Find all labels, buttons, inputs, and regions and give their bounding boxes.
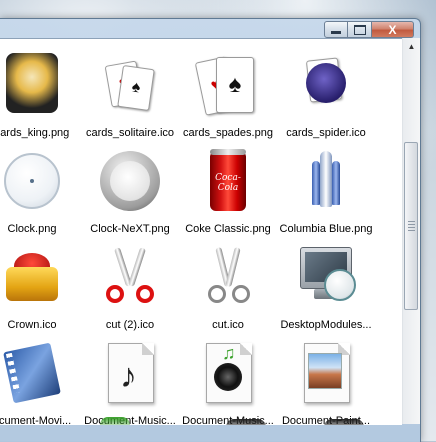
- file-name: DesktopModules...: [280, 319, 372, 331]
- scroll-thumb[interactable]: [404, 142, 418, 310]
- maximize-icon: [353, 24, 366, 35]
- minimize-icon: [331, 31, 341, 34]
- cards-solitaire-icon: ♥ ♠: [98, 53, 162, 117]
- partial-icon: [226, 419, 266, 425]
- close-icon: X: [388, 22, 397, 37]
- partial-icon: [100, 417, 130, 425]
- caption-buttons: X: [324, 21, 414, 38]
- desktop-clock-icon: [294, 245, 358, 309]
- document-music-note-icon: ♪: [98, 341, 162, 405]
- maximize-button[interactable]: [348, 21, 372, 38]
- file-list-view[interactable]: cards_king.png ♥ ♠ cards_solitaire.ico ♥…: [0, 38, 402, 425]
- document-music-speaker-icon: ♫: [196, 341, 260, 405]
- cards-spades-icon: ♥ ♠: [194, 53, 260, 117]
- cards-spider-icon: ♥: [294, 53, 358, 117]
- partial-icon: [324, 419, 364, 425]
- space-shuttle-icon: [294, 149, 358, 213]
- vertical-scrollbar[interactable]: ▲: [402, 38, 420, 424]
- file-name: Columbia Blue.png: [279, 223, 373, 235]
- close-button[interactable]: X: [372, 21, 414, 38]
- grip-icon: [408, 221, 415, 233]
- cards-king-icon: [0, 53, 64, 117]
- clock-icon: [0, 149, 64, 213]
- clock-next-icon: [98, 149, 162, 213]
- crown-icon: [0, 245, 64, 309]
- gray-scissors-icon: [196, 245, 260, 309]
- red-scissors-icon: [98, 245, 162, 309]
- minimize-button[interactable]: [324, 21, 348, 38]
- coke-can-icon: Coca-Cola: [196, 149, 260, 213]
- document-paint-icon: [294, 341, 358, 405]
- scroll-up-button[interactable]: ▲: [403, 38, 420, 55]
- triangle-up-icon: ▲: [407, 42, 416, 51]
- file-name: cards_spider.ico: [286, 127, 366, 139]
- document-movie-icon: [0, 341, 64, 405]
